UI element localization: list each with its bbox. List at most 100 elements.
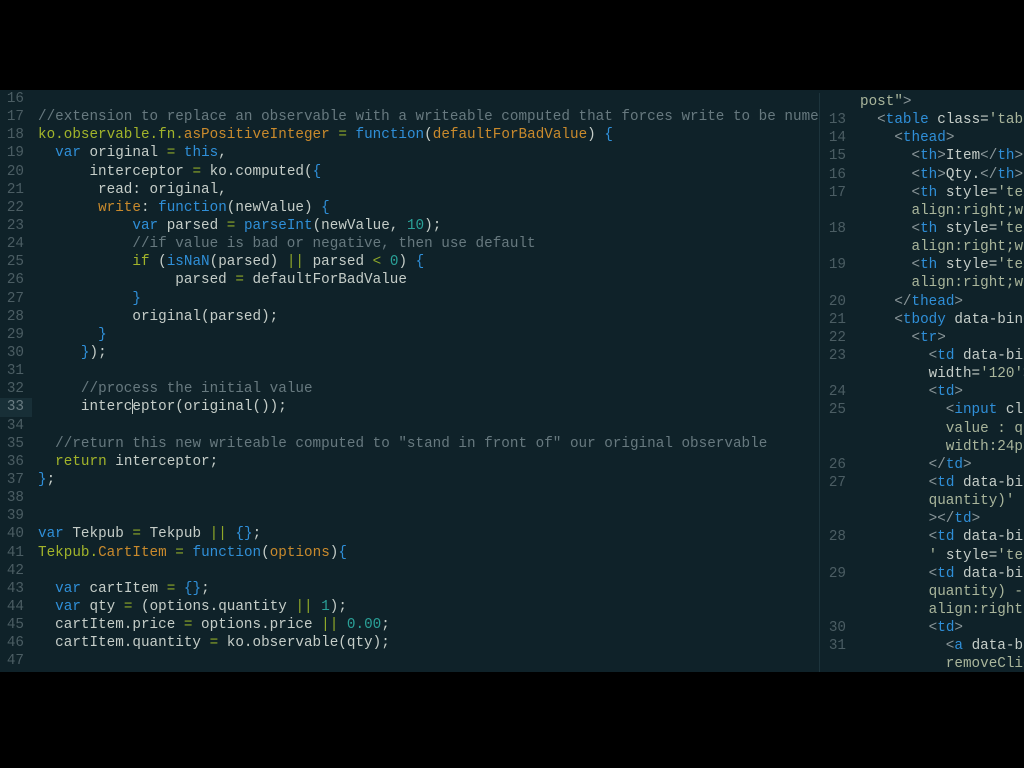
code-line[interactable]: 25 if (isNaN(parsed) || parsed < 0) { xyxy=(0,253,818,271)
line-number: 33 xyxy=(0,398,24,417)
code-line[interactable]: 17 //extension to replace an observable w… xyxy=(0,108,818,126)
code-line[interactable]: 46 cartItem.quantity = ko.observable(qty… xyxy=(0,634,818,652)
code-line[interactable]: 21 <tbody data-bind= xyxy=(820,311,1024,329)
code-line[interactable]: quantity) - c xyxy=(820,583,1024,601)
code-line[interactable]: 22 <tr> xyxy=(820,329,1024,347)
code-line[interactable]: 27 <td data-bind xyxy=(820,474,1024,492)
code-line[interactable]: 37}; xyxy=(0,471,818,489)
code-line[interactable]: 23 <td data-bind xyxy=(820,347,1024,365)
code-token: > xyxy=(937,166,946,183)
code-token: < xyxy=(894,311,903,328)
code-line[interactable]: 20 </thead> xyxy=(820,293,1024,311)
code-line[interactable]: 15 <th>Item</th> xyxy=(820,147,1024,165)
line-number: 34 xyxy=(6,417,24,434)
code-line[interactable]: 31 xyxy=(0,362,818,380)
code-line[interactable]: width='120'>< xyxy=(820,365,1024,383)
code-line[interactable]: 38 xyxy=(0,489,818,507)
code-text: <table class='table xyxy=(860,112,1024,128)
code-line[interactable]: value : qua xyxy=(820,420,1024,438)
code-line[interactable]: 16 <th>Qty.</th> xyxy=(820,166,1024,184)
code-line[interactable]: 21 read: original, xyxy=(0,181,818,199)
code-line[interactable]: 44 var qty = (options.quantity || 1); xyxy=(0,598,818,616)
code-line[interactable]: 28 original(parsed); xyxy=(0,308,818,326)
code-line[interactable]: 17 <th style='text xyxy=(820,184,1024,202)
code-token: > xyxy=(902,94,912,110)
code-line[interactable]: 30 <td> xyxy=(820,619,1024,637)
code-line[interactable]: 35 //return this new writeable computed … xyxy=(0,435,818,453)
code-line[interactable]: 26 parsed = defaultForBadValue xyxy=(0,271,818,289)
code-token: ko.observable.fn. xyxy=(38,127,184,144)
code-line[interactable]: 20 interceptor = ko.computed({ xyxy=(0,163,818,181)
code-token: 'text xyxy=(997,220,1024,237)
code-line[interactable]: 29 <td data-bind xyxy=(820,565,1024,583)
code-line[interactable]: align:right;wid xyxy=(820,238,1024,256)
code-text: <th style='text xyxy=(860,221,1024,237)
code-line[interactable]: 25 <input clas xyxy=(820,401,1024,419)
code-line[interactable]: 29 } xyxy=(0,326,818,344)
code-line[interactable]: 31 <a data-bin xyxy=(820,637,1024,655)
code-line[interactable]: 13 <table class='table xyxy=(820,111,1024,129)
code-token: ( xyxy=(149,254,167,271)
code-line[interactable]: ></td> xyxy=(820,510,1024,528)
code-line[interactable]: 32 //process the initial value xyxy=(0,380,818,398)
code-line[interactable]: align:right;wid xyxy=(820,202,1024,220)
code-token: Tekpub xyxy=(140,526,210,543)
code-line[interactable]: 34 xyxy=(0,417,818,435)
code-line[interactable]: quantity)' st xyxy=(820,492,1024,510)
code-line[interactable]: 43 var cartItem = {}; xyxy=(0,580,818,598)
code-text: <thead> xyxy=(860,130,954,146)
code-line[interactable]: 39 xyxy=(0,507,818,525)
code-line[interactable]: 18 ko.observable.fn.asPositiveInteger = f… xyxy=(0,126,818,144)
code-line[interactable]: width:24px' xyxy=(820,438,1024,456)
code-line[interactable]: 30 }); xyxy=(0,344,818,362)
code-line[interactable]: 14 <thead> xyxy=(820,129,1024,147)
code-token: th xyxy=(920,148,938,165)
line-number: 30 xyxy=(6,344,24,361)
code-token: ( xyxy=(424,127,433,144)
code-line[interactable]: 36 return interceptor; xyxy=(0,453,818,471)
code-line[interactable]: 45 cartItem.price = options.price || 0.0… xyxy=(0,616,818,634)
code-token: parsed xyxy=(38,272,236,289)
code-line[interactable]: 28 <td data-bind xyxy=(820,528,1024,546)
code-text: width='120'>< xyxy=(860,366,1024,382)
code-line[interactable]: 24 <td> xyxy=(820,383,1024,401)
code-line[interactable]: 19 <th style='text xyxy=(820,256,1024,274)
code-line[interactable]: ' style='text xyxy=(820,547,1024,565)
code-token: var xyxy=(55,145,81,162)
code-token: > xyxy=(945,130,955,147)
line-number: 28 xyxy=(6,308,24,325)
code-line[interactable]: 22 write: function(newValue) { xyxy=(0,199,818,217)
code-line[interactable]: 33 interceptor(original()); xyxy=(0,398,818,417)
editor-pane-right[interactable]: post">13 <table class='table14 <thead>15… xyxy=(819,93,1024,672)
code-line[interactable]: removeClick xyxy=(820,655,1024,672)
code-line[interactable]: 40 var Tekpub = Tekpub || {}; xyxy=(0,525,818,543)
code-line[interactable]: post"> xyxy=(820,93,1024,111)
code-line[interactable]: 24 //if value is bad or negative, then u… xyxy=(0,235,818,253)
code-line[interactable]: 26 </td> xyxy=(820,456,1024,474)
code-text: <td data-bind xyxy=(860,566,1024,582)
code-line[interactable]: 19 var original = this, xyxy=(0,144,818,162)
code-line[interactable]: 23 var parsed = parseInt(newValue, 10); xyxy=(0,217,818,235)
line-number: 17 xyxy=(828,184,846,201)
code-token: </ xyxy=(980,148,998,165)
line-number: 19 xyxy=(828,257,846,274)
code-line[interactable]: 41 Tekpub.CartItem = function(options){ xyxy=(0,544,818,562)
editor-pane-left[interactable]: 16 17 //extension to replace an observable… xyxy=(0,90,818,672)
code-line[interactable]: align:right;wid xyxy=(820,274,1024,292)
code-line[interactable]: 18 <th style='text xyxy=(820,220,1024,238)
code-text: }); xyxy=(38,345,107,361)
code-line[interactable]: align:right'> xyxy=(820,601,1024,619)
code-line[interactable]: 42 xyxy=(0,562,818,580)
code-line[interactable]: 47 xyxy=(0,652,818,670)
line-number: 27 xyxy=(828,474,846,491)
code-line[interactable]: 16 xyxy=(0,90,818,108)
code-line[interactable]: 27 } xyxy=(0,290,818,308)
